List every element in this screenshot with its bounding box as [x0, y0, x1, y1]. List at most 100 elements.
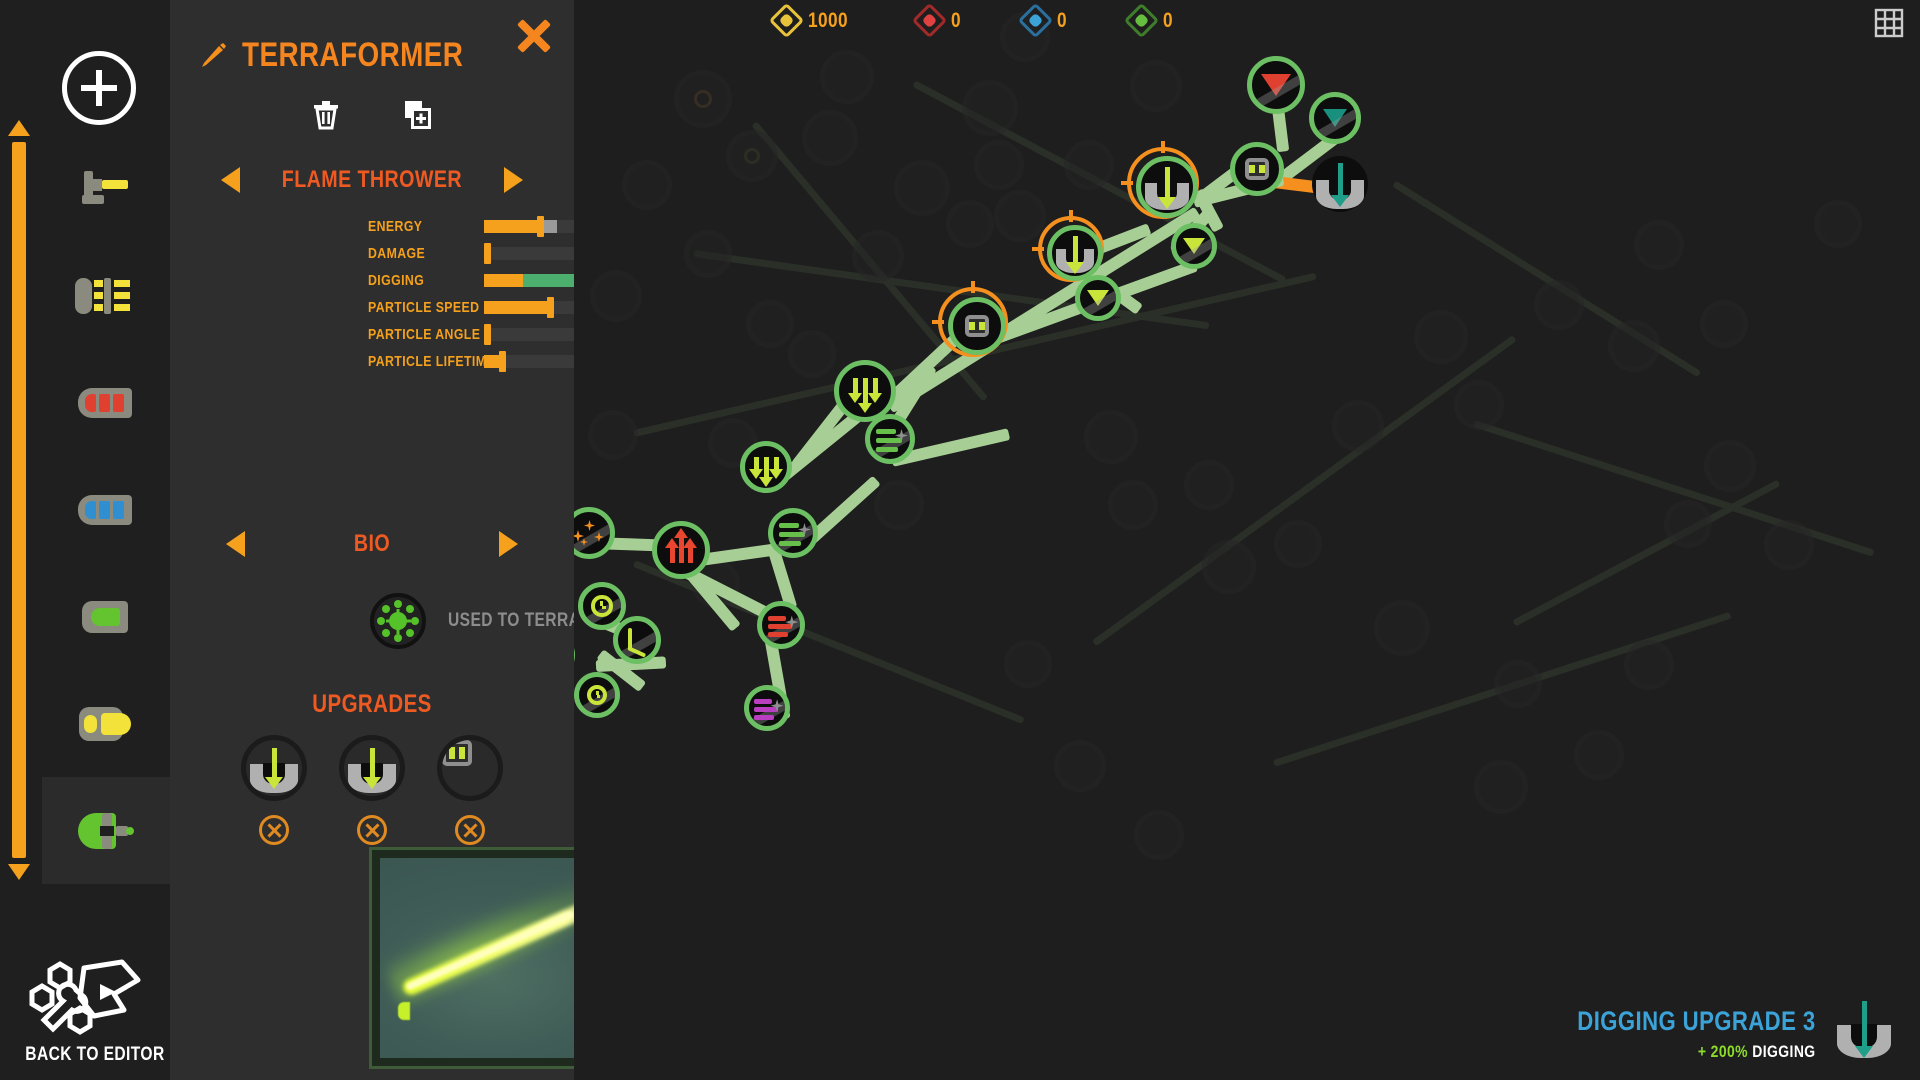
locked-node[interactable] [962, 80, 1018, 136]
node-speed-green-1[interactable] [865, 414, 915, 464]
digging-upgrade-icon[interactable] [241, 735, 307, 801]
remove-icon[interactable] [259, 815, 289, 845]
green-module-part-icon [82, 599, 130, 635]
locked-node[interactable] [1374, 600, 1430, 656]
locked-node[interactable] [894, 160, 950, 216]
panel-actions [170, 98, 574, 132]
locked-node[interactable] [1608, 320, 1660, 372]
locked-node[interactable] [590, 270, 642, 322]
node-stars-1[interactable] [574, 507, 615, 559]
locked-node[interactable] [1332, 400, 1384, 452]
back-to-editor-button[interactable]: BACK TO EDITOR [10, 958, 165, 1066]
node-damage-arrows-up[interactable] [652, 521, 710, 579]
locked-node[interactable] [1814, 200, 1862, 248]
locked-node[interactable] [788, 330, 836, 378]
digging-upgrade-icon[interactable] [339, 735, 405, 801]
resource-green: 0 [1123, 2, 1175, 39]
node-teal-triangle[interactable] [1309, 92, 1361, 144]
node-speed-purple[interactable] [744, 685, 790, 731]
back-to-editor-label: BACK TO EDITOR [25, 1044, 165, 1065]
sidebar-item-blue-thruster[interactable] [42, 456, 170, 563]
upgrades-title: UPGRADES [312, 690, 432, 718]
locked-node[interactable] [1184, 460, 1234, 510]
node-angle-1[interactable] [613, 616, 661, 664]
scroll-down-arrow-icon[interactable] [8, 864, 30, 880]
locked-node[interactable] [874, 480, 924, 530]
remove-icon[interactable] [455, 815, 485, 845]
locked-node[interactable] [1004, 640, 1052, 688]
locked-node[interactable] [684, 230, 732, 278]
locked-node[interactable] [726, 130, 778, 182]
grid-toggle-icon[interactable] [1874, 8, 1904, 38]
sidebar-item-drill[interactable] [42, 135, 170, 242]
node-red-triangle[interactable] [1247, 56, 1305, 114]
locked-node[interactable] [1574, 730, 1624, 780]
remove-icon[interactable] [357, 815, 387, 845]
locked-node[interactable] [588, 410, 638, 460]
locked-node[interactable] [1664, 500, 1712, 548]
rail-scrollbar[interactable] [8, 120, 30, 880]
locked-node[interactable] [1134, 810, 1184, 860]
locked-node[interactable] [852, 230, 904, 282]
stat-label: PARTICLE ANGLE [368, 326, 481, 343]
node-angle-2[interactable] [574, 631, 575, 679]
locked-node[interactable] [1202, 540, 1256, 594]
upgrade-tree-canvas[interactable]: 1000 0 0 0 DIGGING UPGRADE 3 + 200% DIGG… [574, 0, 1920, 1080]
sidebar-item-sensor-array[interactable] [42, 242, 170, 349]
gem-icon [1123, 2, 1160, 39]
locked-node[interactable] [1704, 440, 1756, 492]
locked-node[interactable] [1084, 410, 1138, 464]
sidebar-item-yellow-laser[interactable] [42, 670, 170, 777]
node-module-hub[interactable] [1230, 142, 1284, 196]
scroll-up-arrow-icon[interactable] [8, 120, 30, 136]
arrow-left-icon[interactable] [221, 167, 241, 193]
locked-node[interactable] [1274, 520, 1322, 568]
module-upgrade-icon[interactable] [437, 735, 503, 801]
bio-virus-icon [370, 593, 426, 649]
trash-icon[interactable] [309, 98, 343, 132]
locked-node[interactable] [1700, 300, 1748, 348]
node-digging-upgrade-3[interactable] [1121, 141, 1199, 219]
locked-node[interactable] [1130, 60, 1182, 112]
node-arrows-down-2[interactable] [740, 441, 792, 493]
node-speed-green-2[interactable] [768, 508, 818, 558]
locked-node[interactable] [1064, 140, 1114, 190]
close-icon[interactable] [514, 16, 554, 56]
locked-node[interactable] [1764, 520, 1814, 570]
node-yellow-triangle-2[interactable] [1075, 275, 1121, 321]
locked-node[interactable] [674, 70, 732, 128]
locked-node[interactable] [622, 160, 672, 210]
locked-node[interactable] [946, 200, 994, 248]
locked-node[interactable] [802, 110, 858, 166]
locked-node[interactable] [1494, 660, 1542, 708]
locked-node[interactable] [974, 140, 1024, 190]
node-clock-2[interactable] [574, 672, 620, 718]
locked-node[interactable] [1634, 220, 1684, 270]
node-arrows-down-1[interactable] [834, 360, 896, 422]
node-digging-upgrade-2[interactable] [1032, 210, 1104, 282]
locked-node[interactable] [1414, 310, 1468, 364]
arrow-right-icon[interactable] [503, 167, 523, 193]
locked-node[interactable] [820, 50, 874, 104]
scroll-thumb[interactable] [12, 142, 26, 858]
locked-node[interactable] [1054, 740, 1106, 792]
node-yellow-triangle-1[interactable] [1171, 223, 1217, 269]
sidebar-item-flame-thrower[interactable] [42, 777, 170, 884]
locked-node[interactable] [994, 190, 1046, 242]
locked-node[interactable] [1454, 380, 1504, 430]
locked-node[interactable] [1474, 760, 1528, 814]
node-digging-teal-selected[interactable] [1312, 156, 1368, 212]
arrow-right-icon[interactable] [499, 531, 518, 557]
locked-node[interactable] [1624, 640, 1674, 690]
locked-node[interactable] [1534, 280, 1584, 330]
rail-item-list [42, 135, 170, 884]
sidebar-item-green-module[interactable] [42, 563, 170, 670]
add-part-button[interactable] [62, 51, 136, 125]
sidebar-item-red-thruster[interactable] [42, 349, 170, 456]
locked-node[interactable] [746, 300, 794, 348]
node-center-module[interactable] [932, 281, 1008, 357]
node-speed-red[interactable] [757, 601, 805, 649]
copy-plus-icon[interactable] [401, 98, 435, 132]
locked-node[interactable] [1108, 480, 1158, 530]
arrow-left-icon[interactable] [226, 531, 245, 557]
